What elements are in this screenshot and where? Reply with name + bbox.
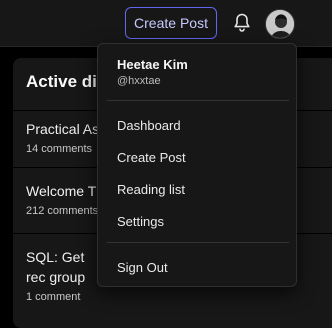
menu-item-settings[interactable]: Settings	[117, 214, 164, 229]
discussion-comment-count: 14 comments	[26, 143, 93, 155]
menu-item-create-post[interactable]: Create Post	[117, 150, 186, 165]
menu-item-reading-list[interactable]: Reading list	[117, 182, 185, 197]
user-handle: @hxxtae	[117, 75, 161, 87]
user-avatar[interactable]	[265, 9, 295, 39]
top-header: Create Post	[0, 0, 332, 47]
discussion-item[interactable]: SQL: Get rec group 1 comment	[26, 247, 106, 303]
user-display-name[interactable]: Heetae Kim	[117, 57, 188, 72]
discussion-item[interactable]: Welcome Th 212 comments	[26, 181, 106, 217]
menu-divider	[107, 242, 289, 243]
sign-out-button[interactable]: Sign Out	[117, 260, 168, 275]
discussion-title[interactable]: Practical Asy	[26, 119, 106, 139]
discussion-title[interactable]: Welcome Th	[26, 181, 106, 201]
discussion-title[interactable]: SQL: Get rec group	[26, 247, 106, 287]
create-post-button[interactable]: Create Post	[125, 7, 217, 39]
discussion-comment-count: 1 comment	[26, 291, 81, 303]
bell-icon[interactable]	[231, 12, 253, 34]
menu-item-dashboard[interactable]: Dashboard	[117, 118, 181, 133]
discussion-item[interactable]: Practical Asy 14 comments	[26, 119, 106, 155]
menu-divider	[107, 100, 289, 101]
user-menu-dropdown: Heetae Kim @hxxtae Dashboard Create Post…	[97, 43, 297, 287]
discussion-comment-count: 212 comments	[26, 205, 99, 217]
